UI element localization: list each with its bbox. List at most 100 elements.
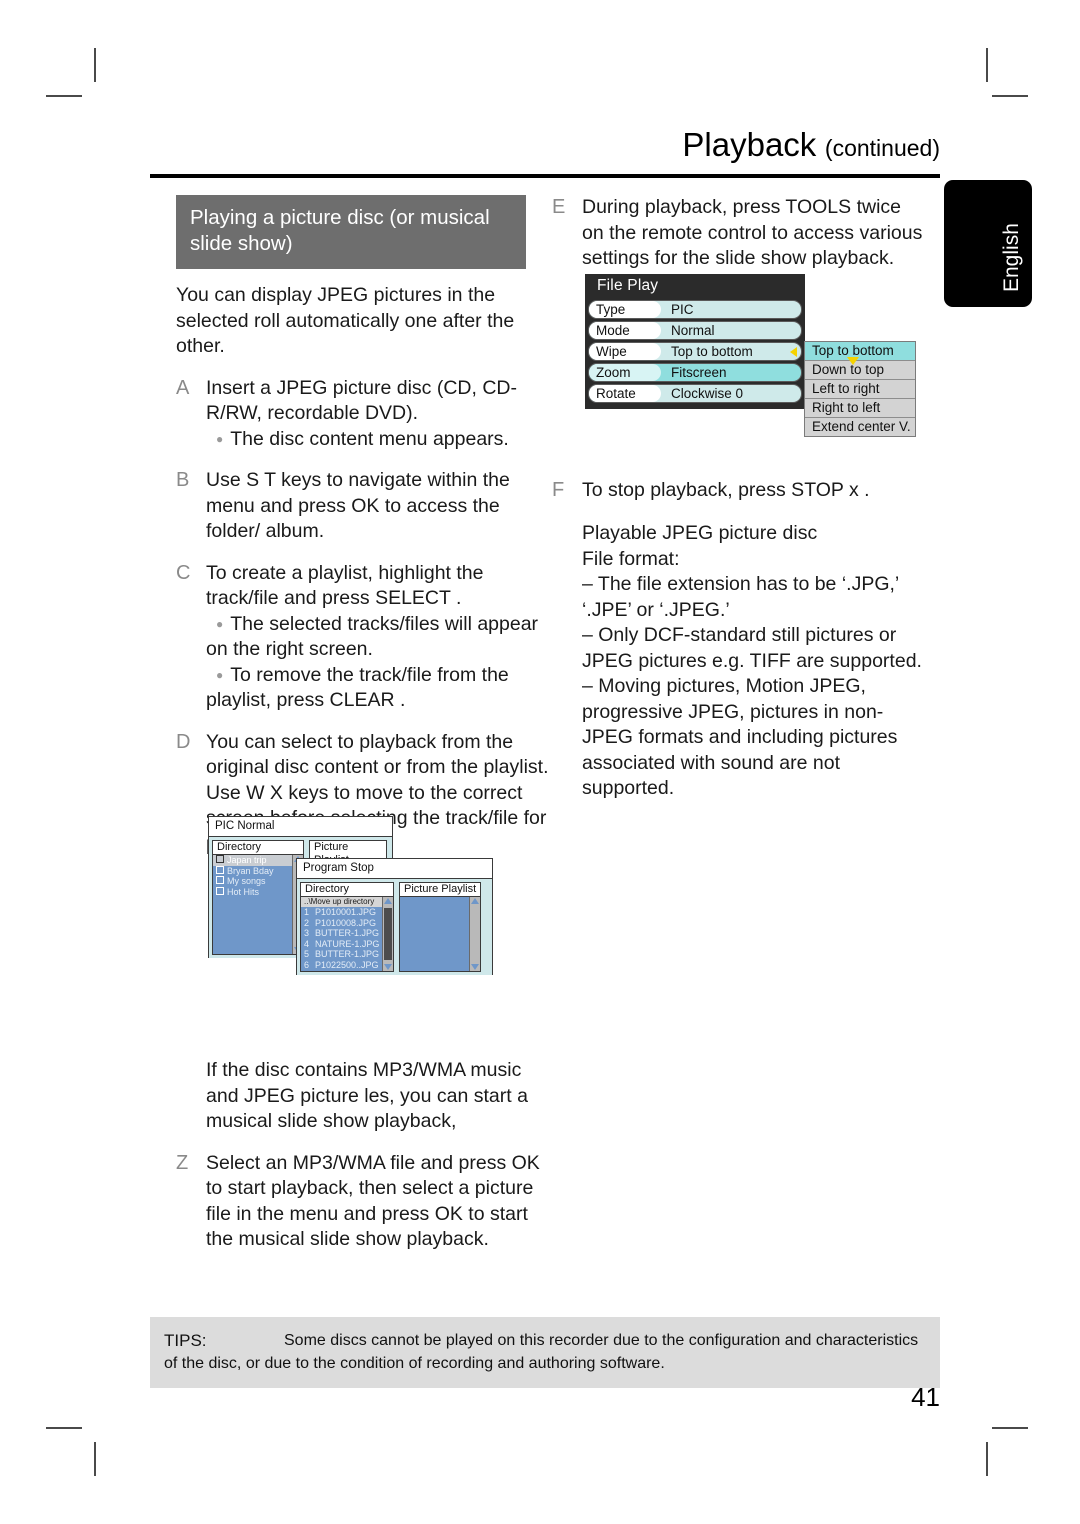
- step-e-letter: E: [552, 196, 566, 218]
- wipe-options-dropdown[interactable]: Top to bottom Down to top Left to right …: [804, 341, 916, 437]
- bullet-icon: ●: [216, 667, 224, 682]
- step-c-bullet-0: ● The selected tracks/files will appear o…: [206, 612, 551, 663]
- selection-marker-icon: [847, 357, 859, 365]
- list-item[interactable]: Bryan Bday: [213, 865, 292, 877]
- disc-menu-screens: PIC Normal Directory Japan trip Bryan Bd…: [208, 816, 508, 976]
- language-tab-label: English: [1000, 223, 1023, 292]
- program-stop-playlist-pane: Picture Playlist: [399, 882, 481, 972]
- step-z-letter: Z: [176, 1151, 189, 1174]
- file-play-row-mode-label: Mode: [589, 322, 661, 339]
- tips-text: Some discs cannot be played on this reco…: [164, 1332, 919, 1372]
- file-index: 6: [304, 959, 310, 970]
- file-play-row-type[interactable]: Type PIC: [588, 300, 802, 319]
- list-item[interactable]: Hot Hits: [213, 886, 292, 898]
- page-title: Playback (continued): [150, 126, 940, 164]
- step-c-bullet-0-text: The selected tracks/files will appear on…: [206, 612, 539, 661]
- step-a-bullet-0: ● The disc content menu appears.: [206, 427, 551, 453]
- step-a: A Insert a JPEG picture disc (CD, CD-R/R…: [176, 376, 551, 453]
- wipe-option-left-to-right[interactable]: Left to right: [805, 380, 915, 399]
- crop-mark-bottom-left-horizontal: [46, 1427, 82, 1429]
- program-stop-file-list[interactable]: ..\Move up directory 1 P1010001.JPG 2 P101…: [301, 897, 382, 971]
- table-row[interactable]: 6 P1022500..JPG: [301, 960, 382, 971]
- table-row[interactable]: 5 BUTTER-1.JPG: [301, 949, 382, 960]
- list-item-label: Hot Hits: [227, 886, 260, 897]
- file-play-row-zoom[interactable]: Zoom Fitscreen: [588, 363, 802, 382]
- table-row[interactable]: 3 BUTTER-1.JPG: [301, 928, 382, 939]
- file-play-row-rotate[interactable]: Rotate Clockwise 0: [588, 384, 802, 403]
- step-c-bullet-1-text: To remove the track/file from the playli…: [206, 663, 509, 712]
- file-play-row-zoom-label: Zoom: [589, 364, 661, 381]
- file-play-osd-title: File Play: [585, 274, 805, 298]
- file-name: P1023000.JPG: [315, 970, 376, 971]
- scroll-down-arrow-icon[interactable]: [471, 964, 479, 970]
- list-item[interactable]: My songs: [213, 876, 292, 887]
- crop-mark-top-right-vertical: [986, 48, 988, 82]
- wipe-option-right-to-left[interactable]: Right to left: [805, 399, 915, 418]
- table-row[interactable]: 7P1023000.JPG: [301, 970, 382, 971]
- program-stop-playlist-body: [400, 897, 480, 971]
- crop-mark-bottom-right-vertical: [986, 1442, 988, 1476]
- program-stop-playlist-list[interactable]: [400, 897, 469, 971]
- pic-normal-directory-header: Directory: [213, 841, 303, 855]
- crop-mark-top-right-horizontal: [992, 95, 1028, 97]
- pic-normal-directory-list[interactable]: Japan trip Bryan Bday My songs Hot Hits: [213, 855, 292, 954]
- jpeg-format-heading-line2: File format:: [582, 547, 680, 570]
- left-column: Playing a picture disc (or musical slide…: [176, 195, 551, 1269]
- wipe-option-down-to-top[interactable]: Down to top: [805, 357, 915, 380]
- step-e: E During playback, press TOOLS twice on …: [552, 195, 927, 272]
- intro-paragraph: You can display JPEG pictures in the sel…: [176, 284, 515, 357]
- crop-mark-top-left-horizontal: [46, 95, 82, 97]
- file-play-row-wipe[interactable]: Wipe Top to bottom: [588, 342, 802, 361]
- wipe-option-top-to-bottom[interactable]: Top to bottom: [805, 342, 915, 361]
- scroll-up-arrow-icon[interactable]: [384, 898, 392, 904]
- tips-label: TIPS:: [164, 1331, 207, 1350]
- scroll-down-arrow-icon[interactable]: [384, 964, 392, 970]
- step-b-text: Use S T keys to navigate within the menu…: [206, 469, 510, 542]
- step-f: F To stop playback, press STOP x .: [552, 478, 927, 504]
- step-f-text: To stop playback, press STOP x .: [582, 478, 870, 501]
- page-title-continued: (continued): [824, 135, 940, 161]
- page-title-main: Playback: [682, 126, 817, 163]
- section-heading: Playing a picture disc (or musical slide…: [176, 195, 526, 269]
- file-index: 7: [304, 970, 315, 971]
- checkbox-icon: [216, 886, 224, 895]
- table-row[interactable]: 2 P1010008.JPG: [301, 918, 382, 929]
- step-a-letter: A: [176, 376, 190, 399]
- step-b: B Use S T keys to navigate within the me…: [176, 468, 551, 545]
- program-stop-directory-pane: Directory ..\Move up directory 1 P1010001…: [300, 882, 394, 972]
- bullet-icon: ●: [216, 616, 224, 631]
- list-item-move-up-directory[interactable]: ..\Move up directory: [301, 897, 382, 907]
- file-index: 2: [304, 917, 310, 928]
- scrollbar[interactable]: [469, 897, 480, 971]
- language-tab: English: [944, 180, 1032, 307]
- scrollbar-thumb[interactable]: [384, 908, 392, 960]
- file-name: P1010001.JPG: [315, 907, 377, 917]
- file-name: P1022500..JPG: [315, 959, 379, 970]
- file-index: 4: [304, 938, 310, 949]
- step-d-letter: D: [176, 730, 191, 753]
- file-play-row-mode[interactable]: Mode Normal: [588, 321, 802, 340]
- step-z-text: Select an MP3/WMA file and press OK to s…: [206, 1151, 540, 1251]
- jpeg-bullet-0: – The file extension has to be ‘.JPG,’ ‘…: [582, 573, 899, 621]
- scroll-up-arrow-icon[interactable]: [471, 898, 479, 904]
- bullet-icon: ●: [216, 431, 224, 446]
- file-play-row-rotate-value: Clockwise 0: [671, 386, 744, 401]
- pic-normal-directory-body: Japan trip Bryan Bday My songs Hot Hits: [213, 855, 303, 954]
- wipe-option-extend-center[interactable]: Extend center V.: [805, 418, 915, 436]
- file-play-osd-rows: Type PIC Mode Normal Wipe Top to bottom …: [585, 298, 805, 409]
- list-item[interactable]: Japan trip: [213, 855, 292, 866]
- table-row[interactable]: 4 NATURE-1.JPG: [301, 939, 382, 950]
- checkbox-icon: [216, 865, 224, 874]
- file-name: BUTTER-1.JPG: [315, 928, 380, 938]
- file-name: BUTTER-1.JPG: [315, 949, 380, 959]
- mp3-note: If the disc contains MP3/WMA music and J…: [206, 1059, 528, 1132]
- tips-box: TIPS: Some discs cannot be played on thi…: [150, 1317, 940, 1388]
- step-e-text: During playback, press TOOLS twice on th…: [582, 196, 923, 269]
- table-row[interactable]: 1 P1010001.JPG: [301, 907, 382, 918]
- file-play-row-type-label: Type: [589, 301, 661, 318]
- file-play-row-rotate-label: Rotate: [589, 385, 661, 402]
- file-play-row-wipe-value: Top to bottom: [671, 344, 753, 359]
- scrollbar[interactable]: [382, 897, 393, 971]
- crop-mark-bottom-left-vertical: [94, 1442, 96, 1476]
- program-stop-directory-header: Directory: [301, 883, 393, 897]
